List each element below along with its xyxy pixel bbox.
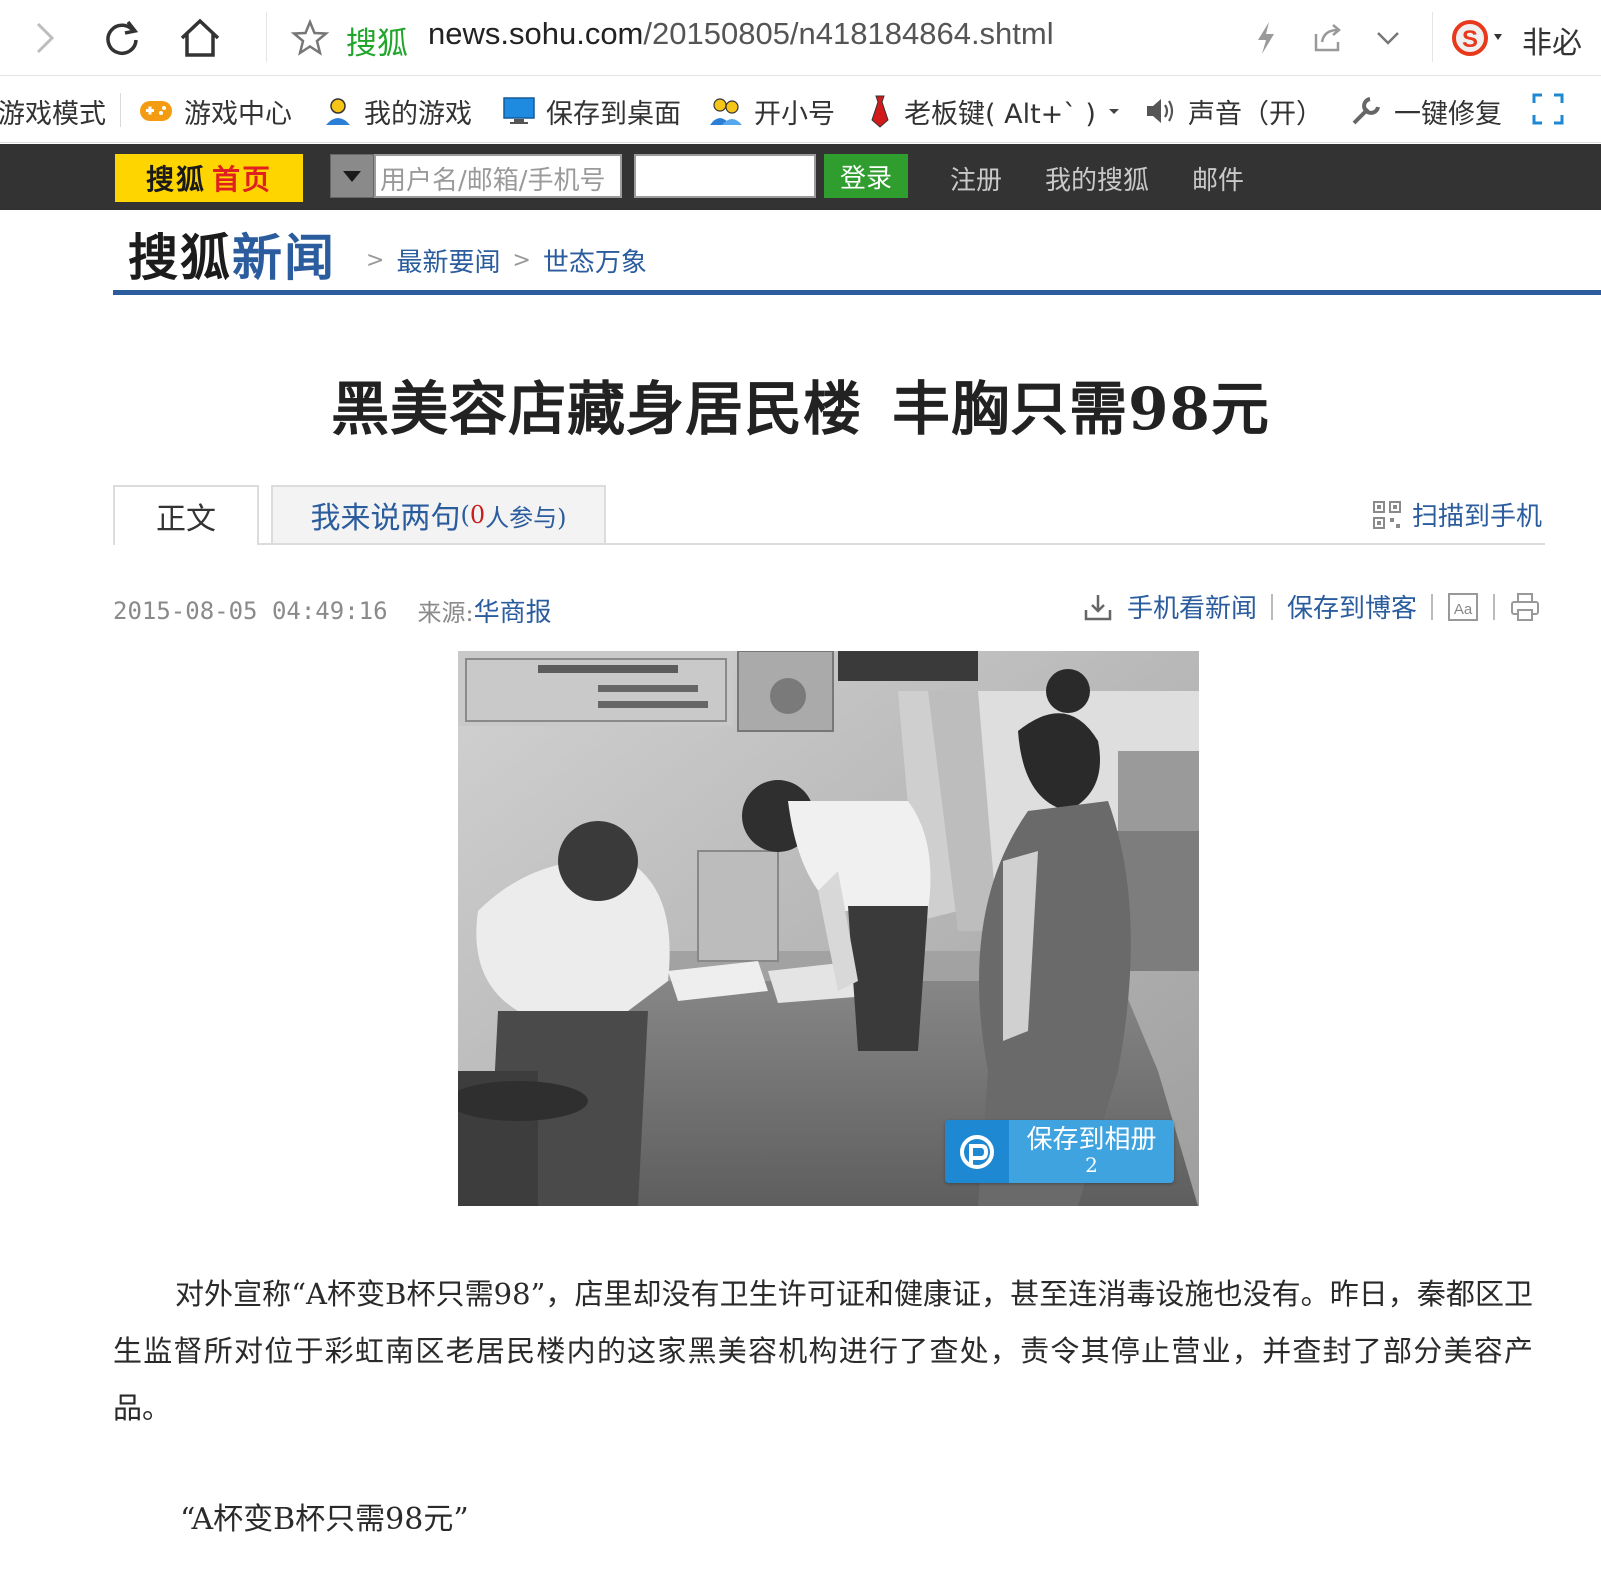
article-tools: 手机看新闻 保存到博客 Aa — [1083, 588, 1541, 625]
reload-icon[interactable] — [98, 14, 146, 62]
svg-text:S: S — [1462, 26, 1478, 53]
tab-comments-open: ( — [460, 501, 470, 529]
comment-count: 0 — [469, 501, 486, 529]
breadcrumb-separator: > — [366, 248, 385, 273]
toolbar-label: 老板键( Alt+` ) — [904, 98, 1096, 130]
article-meta: 2015-08-05 04:49:16 来源:华商报 — [113, 592, 552, 629]
gamepad-icon — [140, 101, 172, 121]
site-tag: 搜狐 — [346, 26, 408, 62]
toolbar-divider — [120, 93, 121, 127]
chevron-down-icon[interactable] — [1368, 18, 1408, 58]
tab-underline — [113, 543, 1545, 545]
sohu-home-logo[interactable]: 搜狐 首页 — [115, 154, 303, 202]
browser-toolbar: 游戏模式 游戏中心 我的游戏 保存到桌面 开小号 老板键( Alt+` ) 声音… — [0, 77, 1601, 143]
username-field[interactable]: 用户名/邮箱/手机号 — [374, 154, 622, 198]
url-domain: news.sohu.com — [428, 16, 644, 51]
toolbar-label: 一键修复 — [1394, 98, 1502, 130]
game-center-item[interactable]: 游戏中心 — [138, 91, 292, 131]
caret-down-icon[interactable] — [1106, 103, 1122, 119]
tab-comments[interactable]: 我来说两句(0 人参与) — [271, 485, 606, 543]
breadcrumb-separator: > — [512, 248, 531, 273]
article-photo[interactable]: 保存到相册 2 — [458, 651, 1199, 1206]
font-size-icon[interactable]: Aa — [1447, 592, 1479, 622]
mobile-news-link[interactable]: 手机看新闻 — [1127, 588, 1257, 625]
title-part1: 黑美容店藏身居民楼 — [331, 375, 863, 443]
toolbar-separator — [1432, 12, 1433, 62]
news-logo-part1: 搜狐 — [128, 228, 232, 287]
header-divider — [113, 290, 1601, 295]
tab-article[interactable]: 正文 — [113, 485, 259, 545]
title-part2: 丰胸只需98元 — [892, 375, 1270, 443]
game-mode-item[interactable]: 游戏模式 — [0, 91, 106, 131]
url-field[interactable]: news.sohu.com/20150805/n418184864.shtml — [428, 16, 1054, 52]
tools-divider — [1270, 593, 1273, 620]
save-blog-link[interactable]: 保存到博客 — [1287, 588, 1417, 625]
save-to-album-button[interactable]: 保存到相册 2 — [945, 1120, 1174, 1183]
news-logo-part2: 新闻 — [232, 228, 336, 287]
user-icon — [326, 98, 350, 125]
speaker-icon — [1147, 99, 1174, 123]
scan-to-phone[interactable]: 扫描到手机 — [1372, 496, 1542, 533]
extra-label: 非必 — [1522, 26, 1582, 61]
my-sohu-link[interactable]: 我的搜狐 — [1045, 160, 1149, 197]
article-subheading: “A杯变B杯只需98元” — [180, 1502, 469, 1537]
scan-label: 扫描到手机 — [1412, 502, 1543, 532]
phone-download-icon — [1084, 594, 1112, 620]
users-icon — [710, 98, 742, 125]
source-label: 来源: — [417, 599, 474, 627]
toolbar-label: 开小号 — [754, 98, 835, 130]
article-title: 黑美容店藏身居民楼 丰胸只需98元 — [0, 362, 1601, 446]
svg-text:Aa: Aa — [1454, 601, 1473, 618]
toolbar-label: 我的游戏 — [364, 98, 472, 130]
star-icon[interactable] — [290, 18, 330, 58]
save-album-count: 2 — [1085, 1152, 1098, 1177]
small-account-item[interactable]: 开小号 — [708, 91, 835, 131]
url-path: /20150805/n418184864.shtml — [643, 16, 1054, 51]
breadcrumb: > 最新要闻 > 世态万象 — [366, 242, 647, 279]
wrench-icon — [1352, 97, 1380, 125]
lightning-icon[interactable] — [1246, 18, 1286, 58]
boss-key-item[interactable]: 老板键( Alt+` ) — [866, 91, 1122, 131]
password-field[interactable] — [634, 154, 816, 198]
toolbar-label: 游戏中心 — [184, 98, 292, 130]
qr-code-icon — [1373, 500, 1401, 529]
tie-icon — [871, 95, 889, 128]
toolbar-label: 保存到桌面 — [546, 98, 681, 130]
forward-icon[interactable] — [20, 14, 68, 62]
sohu-top-bar: 搜狐 首页 用户名/邮箱/手机号 登录 注册 我的搜狐 邮件 — [0, 144, 1601, 210]
logo-home-text: 首页 — [212, 163, 273, 196]
sogou-icon[interactable]: S — [1452, 16, 1508, 60]
register-link[interactable]: 注册 — [950, 160, 1002, 197]
save-desktop-item[interactable]: 保存到桌面 — [502, 91, 681, 131]
sound-item[interactable]: 声音（开） — [1144, 91, 1323, 131]
home-icon[interactable] — [176, 14, 224, 62]
toolbar-label: 声音（开） — [1188, 98, 1323, 130]
monitor-icon — [503, 97, 535, 124]
sohu-news-logo[interactable]: 搜狐新闻 — [128, 218, 336, 290]
toolbar-label: 游戏模式 — [0, 98, 106, 130]
tab-comments-label: 我来说两句 — [310, 501, 461, 536]
my-games-item[interactable]: 我的游戏 — [322, 91, 472, 131]
album-logo-icon — [945, 1120, 1009, 1183]
login-button[interactable]: 登录 — [824, 154, 908, 198]
logo-text: 搜狐 — [145, 163, 206, 196]
tools-divider — [1493, 593, 1495, 620]
login-type-dropdown[interactable] — [330, 154, 374, 198]
tools-divider — [1431, 593, 1433, 620]
save-album-label: 保存到相册 — [1026, 1125, 1157, 1156]
tab-comments-suffix: 人参与) — [485, 503, 567, 532]
address-separator — [266, 12, 267, 62]
article-paragraph: 对外宣称“A杯变B杯只需98”，店里却没有卫生许可证和健康证，甚至连消毒设施也没… — [113, 1277, 1533, 1425]
fullscreen-icon[interactable] — [1532, 93, 1564, 125]
publish-datetime: 2015-08-05 04:49:16 — [113, 596, 388, 625]
breadcrumb-item-society[interactable]: 世态万象 — [543, 242, 647, 279]
breadcrumb-item-latest[interactable]: 最新要闻 — [396, 242, 500, 279]
print-icon[interactable] — [1509, 592, 1541, 622]
source-link[interactable]: 华商报 — [474, 598, 552, 628]
browser-address-bar: 搜狐 news.sohu.com/20150805/n418184864.sht… — [0, 0, 1601, 76]
mail-link[interactable]: 邮件 — [1192, 160, 1244, 197]
repair-item[interactable]: 一键修复 — [1350, 91, 1502, 131]
share-icon[interactable] — [1308, 18, 1348, 58]
